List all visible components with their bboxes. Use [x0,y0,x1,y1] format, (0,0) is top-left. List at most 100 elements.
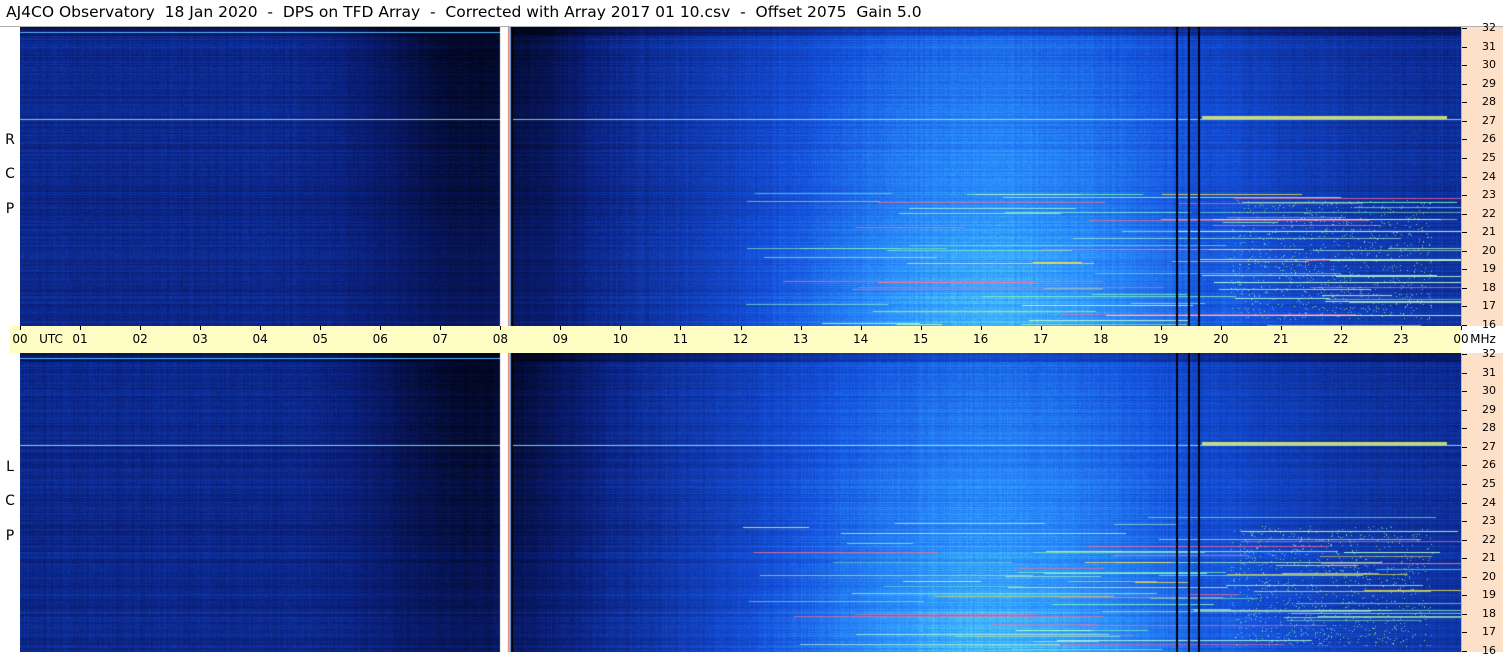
time-tick [1040,326,1042,330]
freq-tick-label: 21 [1482,225,1496,238]
freq-tick [1462,484,1467,485]
time-tick [500,326,502,330]
time-tick-label: 17 [1033,332,1049,346]
freq-tick-label: 23 [1482,188,1496,201]
freq-tick-label: 27 [1482,440,1496,453]
rcp-label-p: P [5,201,15,217]
freq-tick-label: 30 [1482,384,1496,397]
time-tick-label: 06 [372,332,388,346]
time-tick [260,326,262,330]
freq-tick-label: 23 [1482,514,1496,527]
time-tick [1461,326,1462,330]
freq-tick-label: 21 [1482,551,1496,564]
time-tick [140,326,142,330]
freq-tick [1462,269,1467,270]
time-tick-label: 07 [432,332,448,346]
rcp-label-r: R [5,132,15,148]
freq-tick-label: 20 [1482,570,1496,583]
freq-tick [1462,558,1467,559]
frequency-axis-lcp: 32 31 30 29 28 27 26 25 24 23 22 21 20 19 18 17 16 [1461,348,1503,657]
time-tick-label: 13 [792,332,809,346]
window-title: AJ4CO Observatory 18 Jan 2020 - DPS on T… [6,3,922,21]
time-tick-label: 12 [732,332,749,346]
freq-tick-label: 22 [1482,533,1496,546]
utc-time-axis: 00 01 02 03 04 05 06 07 08 09 10 11 12 13 14 15 16 17 18 19… [10,326,1496,353]
freq-tick [1462,232,1467,233]
time-tick [1400,326,1402,330]
freq-tick-label: 28 [1482,421,1496,434]
time-tick-label: 22 [1333,332,1349,346]
freq-tick-label: 20 [1482,244,1496,257]
time-tick [20,326,21,330]
freq-tick [1462,47,1467,48]
time-tick-label: 02 [132,332,148,346]
freq-tick [1462,177,1467,178]
freq-tick-label: 30 [1482,58,1496,71]
frequency-axis-rcp: 32 31 30 29 28 27 26 25 24 23 22 21 20 19 18 17 16 [1461,22,1503,331]
time-tick-label: 08 [492,332,508,346]
time-tick-label: 11 [672,332,689,346]
time-tick-label: 21 [1273,332,1289,346]
time-tick [1340,326,1342,330]
time-tick-label: 00 [12,332,28,346]
freq-tick [1462,503,1467,504]
freq-tick [1462,614,1467,615]
time-tick [920,326,922,330]
time-tick [560,326,562,330]
lcp-label-l: L [6,459,14,475]
freq-tick [1462,102,1467,103]
freq-tick [1462,354,1467,355]
freq-tick-label: 19 [1482,588,1496,601]
freq-tick-label: 25 [1482,477,1496,490]
freq-tick [1462,28,1467,29]
time-tick [320,326,322,330]
freq-tick [1462,540,1467,541]
time-tick-label: 15 [912,332,929,346]
freq-tick-label: 32 [1482,21,1496,34]
freq-tick [1462,651,1467,652]
freq-tick [1462,391,1467,392]
freq-tick [1462,521,1467,522]
spectrogram-lcp-canvas [20,353,1461,652]
time-tick-label: 18 [1093,332,1109,346]
freq-tick-label: 16 [1482,318,1496,331]
time-tick-label: 00 [1453,332,1469,346]
freq-tick-label: 27 [1482,114,1496,127]
freq-tick-label: 29 [1482,403,1496,416]
freq-tick-label: 22 [1482,207,1496,220]
freq-tick-label: 18 [1482,607,1496,620]
freq-tick [1462,121,1467,122]
time-tick [680,326,682,330]
spectrogram-rcp[interactable] [20,27,1461,326]
time-tick-label: 19 [1153,332,1169,346]
freq-tick [1462,251,1467,252]
time-tick-label: 03 [192,332,208,346]
time-tick [980,326,982,330]
freq-tick [1462,595,1467,596]
freq-tick-label: 18 [1482,281,1496,294]
time-tick [380,326,382,330]
freq-tick [1462,195,1467,196]
mhz-unit-label: MHz [1470,332,1496,346]
freq-tick [1462,158,1467,159]
freq-tick-label: 28 [1482,95,1496,108]
freq-tick [1462,288,1467,289]
freq-tick-label: 17 [1482,625,1496,638]
freq-tick-label: 31 [1482,40,1496,53]
time-tick [1280,326,1282,330]
freq-tick-label: 31 [1482,366,1496,379]
freq-tick [1462,373,1467,374]
freq-tick-label: 19 [1482,262,1496,275]
freq-tick [1462,325,1467,326]
time-tick-label: 23 [1393,332,1409,346]
time-tick [200,326,202,330]
time-tick-label: 01 [72,332,88,346]
freq-tick [1462,214,1467,215]
time-tick-label: 09 [552,332,569,346]
time-tick [620,326,622,330]
time-tick-label: 05 [312,332,328,346]
spectrogram-lcp[interactable] [20,353,1461,652]
freq-tick-label: 17 [1482,299,1496,312]
spectrogram-rcp-canvas [20,27,1461,326]
time-tick-label: 04 [252,332,268,346]
